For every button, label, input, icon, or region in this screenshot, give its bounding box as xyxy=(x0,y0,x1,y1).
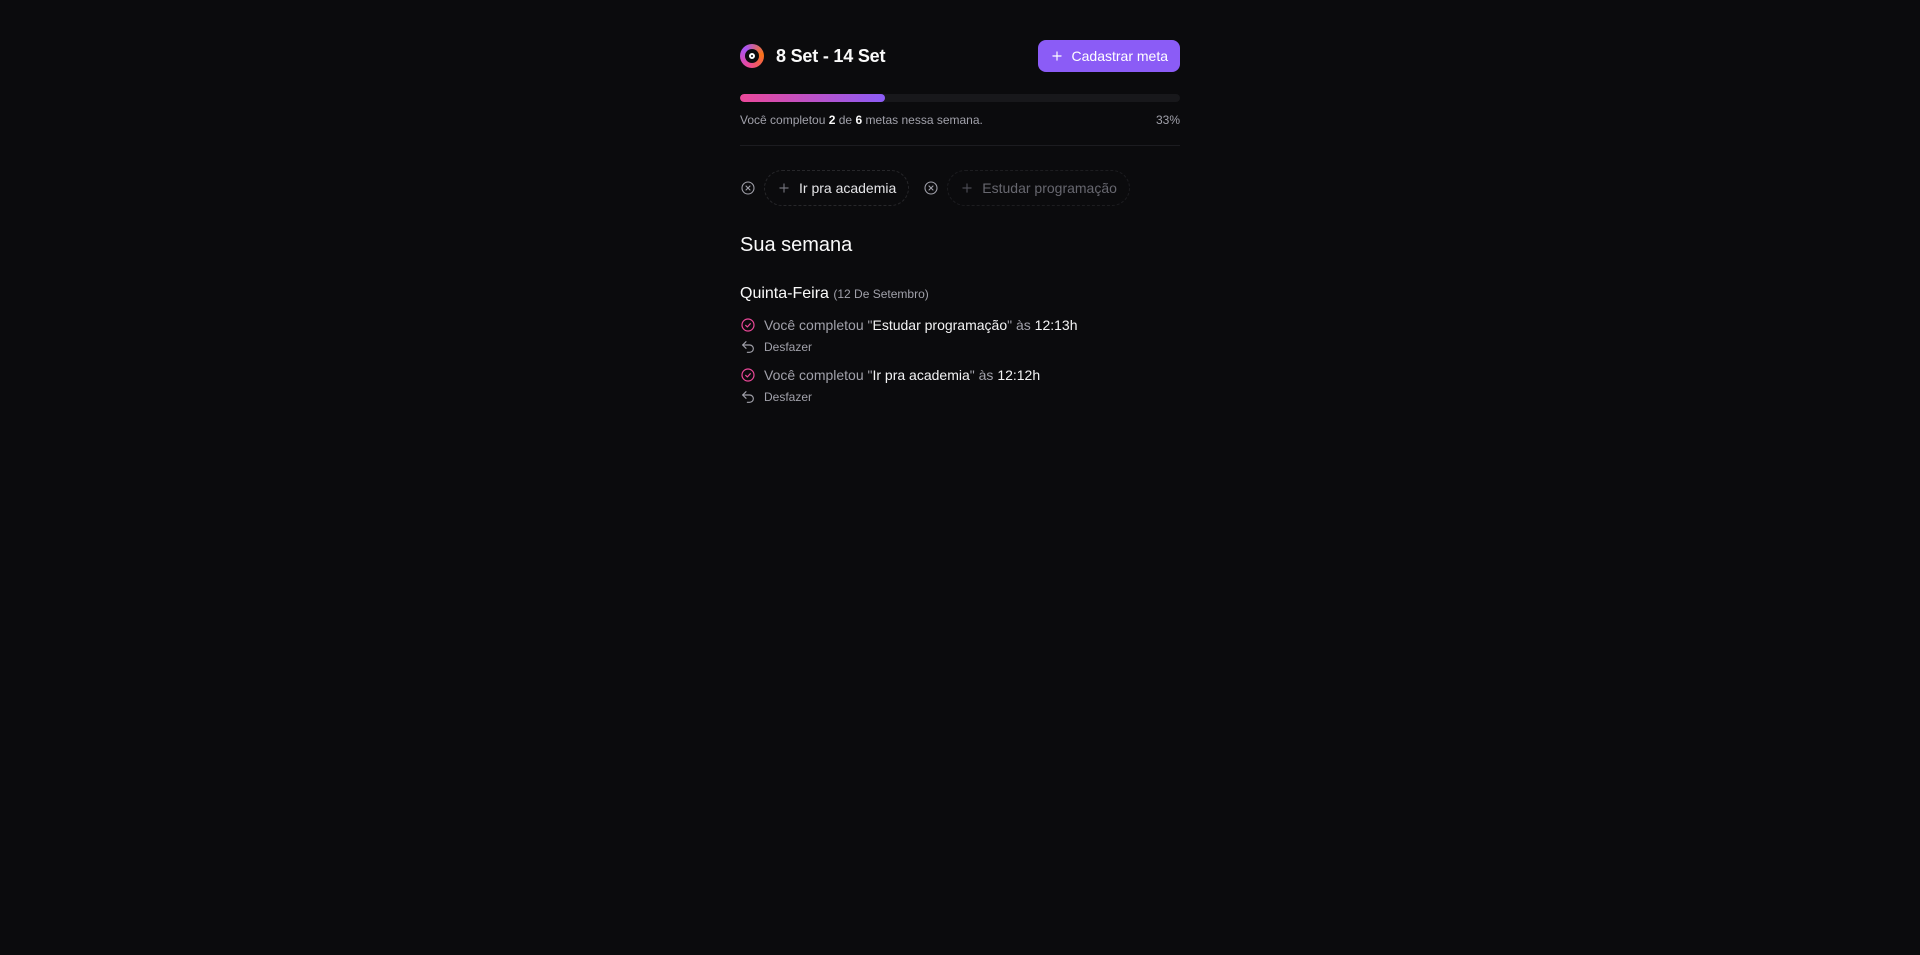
completed-goal-entry: Você completou "Estudar programação" às … xyxy=(740,317,1180,355)
completed-goal-entry: Você completou "Ir pra academia" às 12:1… xyxy=(740,367,1180,405)
app-logo-icon xyxy=(740,44,764,68)
header-left: 8 Set - 14 Set xyxy=(740,44,885,68)
completion-time: 12:12h xyxy=(997,367,1041,383)
plus-icon xyxy=(1050,49,1064,63)
day-weekday: Quinta-Feira xyxy=(740,285,829,302)
create-goal-button[interactable]: Cadastrar meta xyxy=(1037,40,1180,72)
progress-bar xyxy=(740,94,1180,102)
day-heading: Quinta-Feira (12 De Setembro) xyxy=(740,285,1180,303)
undo-button[interactable]: Desfazer xyxy=(740,339,1180,355)
undo-arrow-icon xyxy=(740,339,756,355)
create-goal-label: Cadastrar meta xyxy=(1071,48,1168,64)
header: 8 Set - 14 Set Cadastrar meta xyxy=(740,40,1180,72)
undo-button[interactable]: Desfazer xyxy=(740,389,1180,405)
pending-goal-button[interactable]: Ir pra academia xyxy=(764,170,910,206)
app-container: 8 Set - 14 Set Cadastrar meta Você compl… xyxy=(740,40,1180,405)
plus-icon xyxy=(777,181,791,195)
undo-label: Desfazer xyxy=(764,390,813,404)
separator xyxy=(740,145,1180,146)
completed-goals-list: Você completou "Estudar programação" às … xyxy=(740,317,1180,405)
goal-name: Ir pra academia xyxy=(872,367,970,383)
pending-goal-button[interactable]: Estudar programação xyxy=(947,170,1130,206)
completion-time: 12:13h xyxy=(1034,317,1078,333)
pending-goals: Ir pra academia Estudar programação xyxy=(740,170,1180,206)
close-circle-icon[interactable] xyxy=(923,180,939,196)
close-circle-icon[interactable] xyxy=(740,180,756,196)
pending-goal-label: Ir pra academia xyxy=(799,180,897,196)
check-circle-icon xyxy=(740,317,756,333)
progress-percent: 33% xyxy=(1155,113,1180,127)
goal-name: Estudar programação xyxy=(872,317,1008,333)
progress-info: Você completou 2 de 6 metas nessa semana… xyxy=(740,113,1180,127)
week-title: 8 Set - 14 Set xyxy=(776,45,886,66)
undo-label: Desfazer xyxy=(764,340,813,354)
day-date: (12 De Setembro) xyxy=(833,287,929,301)
completed-goal-line: Você completou "Estudar programação" às … xyxy=(740,317,1180,333)
plus-icon xyxy=(960,181,974,195)
completed-goal-line: Você completou "Ir pra academia" às 12:1… xyxy=(740,367,1180,383)
check-circle-icon xyxy=(740,367,756,383)
undo-arrow-icon xyxy=(740,389,756,405)
completed-goal-text: Você completou "Estudar programação" às … xyxy=(764,317,1078,333)
progress-bar-fill xyxy=(740,94,886,102)
completed-goal-text: Você completou "Ir pra academia" às 12:1… xyxy=(764,367,1041,383)
week-section-title: Sua semana xyxy=(740,234,853,256)
pending-goal-label: Estudar programação xyxy=(982,180,1117,196)
progress-text: Você completou 2 de 6 metas nessa semana… xyxy=(740,113,983,127)
